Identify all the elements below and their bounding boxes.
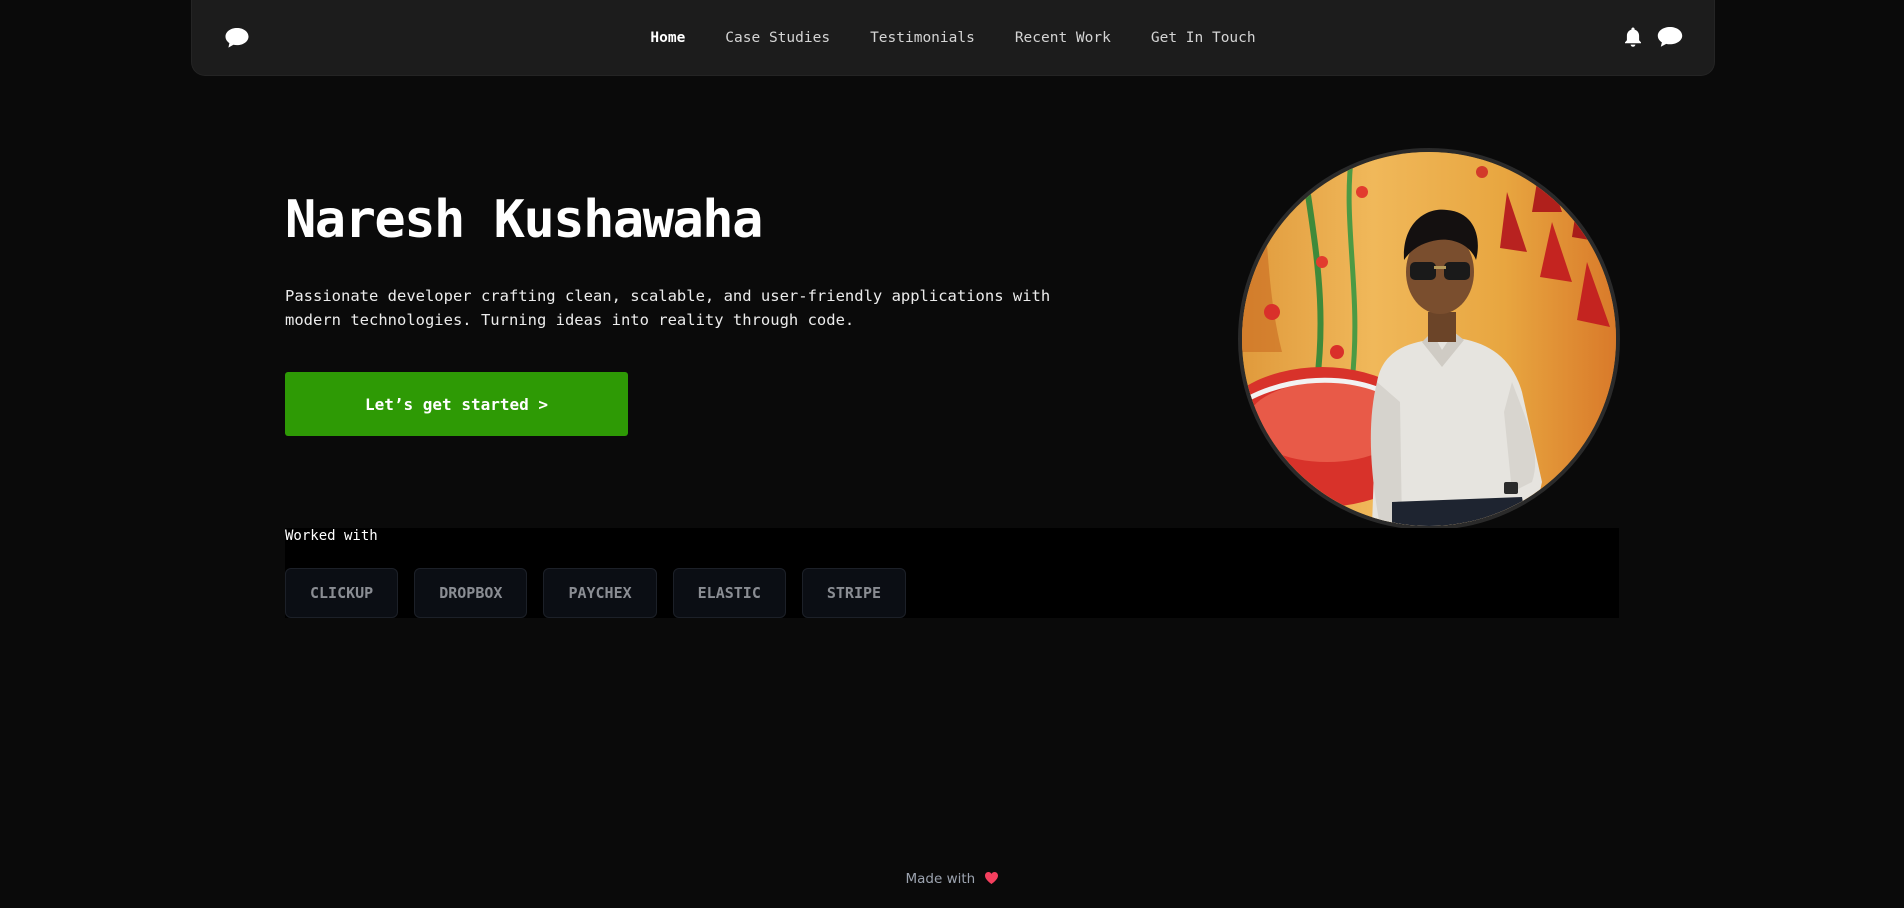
hero-name: Naresh Kushawaha bbox=[285, 190, 763, 250]
bell-icon[interactable] bbox=[1623, 26, 1643, 52]
company-chip-clickup[interactable]: CLICKUP bbox=[285, 568, 399, 618]
profile-photo bbox=[1238, 148, 1620, 530]
heart-icon bbox=[984, 871, 999, 889]
footer-text: Made with bbox=[905, 871, 976, 887]
company-chip-stripe[interactable]: STRIPE bbox=[801, 568, 907, 618]
footer: Made with bbox=[0, 871, 1904, 889]
worked-with-label: Worked with bbox=[285, 528, 378, 544]
nav-link-home[interactable]: Home bbox=[650, 30, 685, 46]
company-chip-elastic[interactable]: ELASTIC bbox=[672, 568, 786, 618]
chat-bubble-icon[interactable] bbox=[224, 26, 250, 50]
nav-link-get-in-touch[interactable]: Get In Touch bbox=[1151, 30, 1256, 46]
main-nav: Home Case Studies Testimonials Recent Wo… bbox=[192, 0, 1714, 76]
company-list: CLICKUP DROPBOX PAYCHEX ELASTIC STRIPE bbox=[285, 568, 907, 618]
worked-with-section: Worked with CLICKUP DROPBOX PAYCHEX ELAS… bbox=[285, 528, 1619, 618]
company-chip-paychex[interactable]: PAYCHEX bbox=[543, 568, 657, 618]
nav-actions bbox=[1623, 25, 1684, 53]
get-started-button[interactable]: Let’s get started > bbox=[285, 372, 628, 436]
nav-link-recent-work[interactable]: Recent Work bbox=[1015, 30, 1111, 46]
hero-description: Passionate developer crafting clean, sca… bbox=[285, 287, 1051, 329]
company-chip-dropbox[interactable]: DROPBOX bbox=[414, 568, 528, 618]
nav-link-testimonials[interactable]: Testimonials bbox=[870, 30, 975, 46]
nav-link-case-studies[interactable]: Case Studies bbox=[725, 30, 830, 46]
navbar: Home Case Studies Testimonials Recent Wo… bbox=[191, 0, 1715, 76]
chat-bubble-icon[interactable] bbox=[1656, 25, 1684, 53]
